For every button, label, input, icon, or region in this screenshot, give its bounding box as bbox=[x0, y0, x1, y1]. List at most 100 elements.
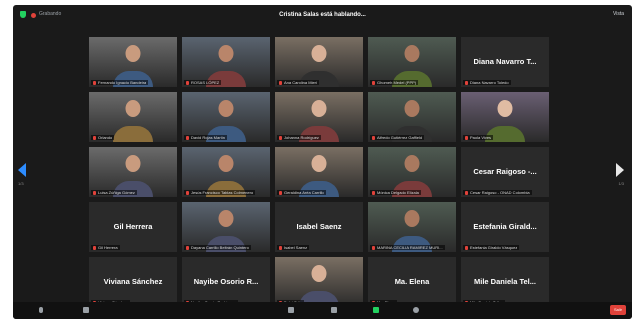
participant-name-label: MARINA CECILIA RAMIREZ MURI... bbox=[370, 245, 445, 250]
participant-name-label: Diana Navarro Toledo bbox=[463, 80, 511, 85]
participant-name: Orlando bbox=[98, 135, 113, 140]
participant-name: Ana Carolina Mieri bbox=[284, 80, 317, 85]
participant-name: Dayana Carrillo Beltrán Quintero bbox=[191, 245, 249, 250]
participant-tile[interactable]: Mónica Delgado Elizala bbox=[368, 147, 456, 197]
participant-tile[interactable]: Belvi Ortiz bbox=[275, 257, 363, 307]
participant-tile[interactable]: Ma. ElenaMa. Elena bbox=[368, 257, 456, 307]
mic-muted-icon bbox=[372, 190, 375, 195]
participant-name-label: Estefania Giraldo Vásquez bbox=[463, 245, 520, 250]
participant-display-name: Diana Navarro T... bbox=[473, 57, 537, 66]
mic-muted-icon bbox=[465, 135, 468, 140]
participant-tile[interactable]: Luisa Zúñiga Gómez bbox=[89, 147, 177, 197]
participant-name-label: Isabel Saenz bbox=[277, 245, 310, 250]
participant-name-label: Jesús Francisco Tablas Colmenero bbox=[184, 190, 256, 195]
participant-display-name: Gil Herrera bbox=[113, 222, 153, 231]
participant-video-head bbox=[311, 155, 327, 172]
participant-tile[interactable]: Fernando Ignacio Bandeira bbox=[89, 37, 177, 87]
reactions-icon[interactable] bbox=[413, 307, 419, 313]
participant-name-label: Fernando Ignacio Bandeira bbox=[91, 80, 149, 85]
camera-icon[interactable] bbox=[83, 307, 89, 313]
participant-name-label: Ghomeh Medel (PPP) bbox=[370, 80, 419, 85]
speaking-indicator: Cristina Salas está hablando... bbox=[279, 12, 366, 18]
participant-video-head bbox=[404, 100, 420, 117]
participant-tile[interactable]: Estefania Girald... Estefania Giraldo Vás… bbox=[461, 202, 549, 252]
participant-tile[interactable]: Gil Herrera Gil Herrera bbox=[89, 202, 177, 252]
mic-muted-icon bbox=[279, 190, 282, 195]
participant-tile[interactable]: Diana Navarro T... Diana Navarro Toledo bbox=[461, 37, 549, 87]
participant-tile[interactable]: Cesar Raigoso -... Cesar Raigoso - ONAD C… bbox=[461, 147, 549, 197]
participant-display-name: Isabel Saenz bbox=[296, 222, 342, 231]
participant-tile[interactable]: Isabel Saenz Isabel Saenz bbox=[275, 202, 363, 252]
participant-name-label: Orlando bbox=[91, 135, 115, 140]
participant-name-label: Ana Carolina Mieri bbox=[277, 80, 319, 85]
participant-name-label: Luisa Zúñiga Gómez bbox=[91, 190, 137, 195]
participant-tile[interactable]: Ghomeh Medel (PPP) bbox=[368, 37, 456, 87]
mic-muted-icon bbox=[372, 245, 375, 250]
participant-tile[interactable]: Nayibe Osorio R...Nayibe Osorio Rodrígue… bbox=[182, 257, 270, 307]
participant-video-head bbox=[311, 100, 327, 117]
microphone-icon[interactable] bbox=[39, 307, 43, 313]
view-button[interactable]: Vista bbox=[613, 11, 624, 17]
participant-name-label: Dayana Carrillo Beltrán Quintero bbox=[184, 245, 251, 250]
chat-icon[interactable] bbox=[331, 307, 337, 313]
previous-page-arrow-icon[interactable] bbox=[18, 163, 26, 177]
participant-name: Mónica Delgado Elizala bbox=[377, 190, 419, 195]
mic-muted-icon bbox=[186, 135, 189, 140]
participant-video-head bbox=[125, 45, 141, 62]
participant-name-label: Paola Vives bbox=[463, 135, 494, 140]
participant-tile[interactable]: Geraldina Aréa Carrillo bbox=[275, 147, 363, 197]
bottom-toolbar: Salir bbox=[13, 302, 632, 319]
participant-name: Johanna Rodríguez bbox=[284, 135, 319, 140]
participant-tile[interactable]: Viviana SánchezViviana Sánchez bbox=[89, 257, 177, 307]
participant-name-label: Mónica Delgado Elizala bbox=[370, 190, 421, 195]
participant-video-head bbox=[218, 210, 234, 227]
meeting-window: Grabando Cristina Salas está hablando...… bbox=[13, 5, 632, 319]
participant-video-head bbox=[125, 100, 141, 117]
participant-tile[interactable]: Orlando bbox=[89, 92, 177, 142]
mic-muted-icon bbox=[93, 245, 96, 250]
participant-tile[interactable]: Jesús Francisco Tablas Colmenero bbox=[182, 147, 270, 197]
participant-tile[interactable]: Alfredo Gutiérrez Gaffield bbox=[368, 92, 456, 142]
next-page-arrow-icon[interactable] bbox=[616, 163, 624, 177]
participant-name-label: Gil Herrera bbox=[91, 245, 120, 250]
participant-video-head bbox=[311, 265, 327, 282]
participant-tile[interactable]: MARINA CECILIA RAMIREZ MURI... bbox=[368, 202, 456, 252]
participant-video-head bbox=[311, 45, 327, 62]
participant-grid: Fernando Ignacio Bandeira ROSAS LÓPEZ Ana … bbox=[89, 37, 549, 307]
participant-tile[interactable]: Paola Vives bbox=[461, 92, 549, 142]
mic-muted-icon bbox=[93, 135, 96, 140]
mic-muted-icon bbox=[465, 190, 468, 195]
leave-button[interactable]: Salir bbox=[610, 305, 626, 315]
participant-name: Isabel Saenz bbox=[284, 245, 308, 250]
top-bar: Grabando Cristina Salas está hablando...… bbox=[13, 5, 632, 27]
participant-video-head bbox=[404, 155, 420, 172]
participant-tile[interactable]: David Rojas Martín bbox=[182, 92, 270, 142]
mic-muted-icon bbox=[186, 80, 189, 85]
share-screen-icon[interactable] bbox=[373, 307, 379, 313]
mic-muted-icon bbox=[186, 190, 189, 195]
participant-display-name: Cesar Raigoso -... bbox=[473, 167, 537, 176]
participant-name: Fernando Ignacio Bandeira bbox=[98, 80, 147, 85]
participant-display-name: Nayibe Osorio R... bbox=[193, 277, 259, 286]
participant-tile[interactable]: Mile Daniela Tel...Mile Daniela Tellez bbox=[461, 257, 549, 307]
participant-name: Luisa Zúñiga Gómez bbox=[98, 190, 135, 195]
participant-name: Jesús Francisco Tablas Colmenero bbox=[191, 190, 254, 195]
participant-name: Estefania Giraldo Vásquez bbox=[470, 245, 518, 250]
mic-muted-icon bbox=[279, 245, 282, 250]
participant-name: Geraldina Aréa Carrillo bbox=[284, 190, 325, 195]
participant-video-head bbox=[218, 155, 234, 172]
participant-tile[interactable]: Dayana Carrillo Beltrán Quintero bbox=[182, 202, 270, 252]
participant-tile[interactable]: ROSAS LÓPEZ bbox=[182, 37, 270, 87]
participant-display-name: Viviana Sánchez bbox=[103, 277, 163, 286]
participant-tile[interactable]: Johanna Rodríguez bbox=[275, 92, 363, 142]
participant-video-head bbox=[218, 100, 234, 117]
participant-name-label: Johanna Rodríguez bbox=[277, 135, 321, 140]
mic-muted-icon bbox=[372, 80, 375, 85]
participant-video-head bbox=[497, 100, 513, 117]
participant-tile[interactable]: Ana Carolina Mieri bbox=[275, 37, 363, 87]
participant-name-label: Alfredo Gutiérrez Gaffield bbox=[370, 135, 425, 140]
mic-muted-icon bbox=[465, 80, 468, 85]
mic-muted-icon bbox=[93, 190, 96, 195]
participant-name: Cesar Raigoso - ONAD Colombia bbox=[470, 190, 530, 195]
participants-icon[interactable] bbox=[288, 307, 294, 313]
